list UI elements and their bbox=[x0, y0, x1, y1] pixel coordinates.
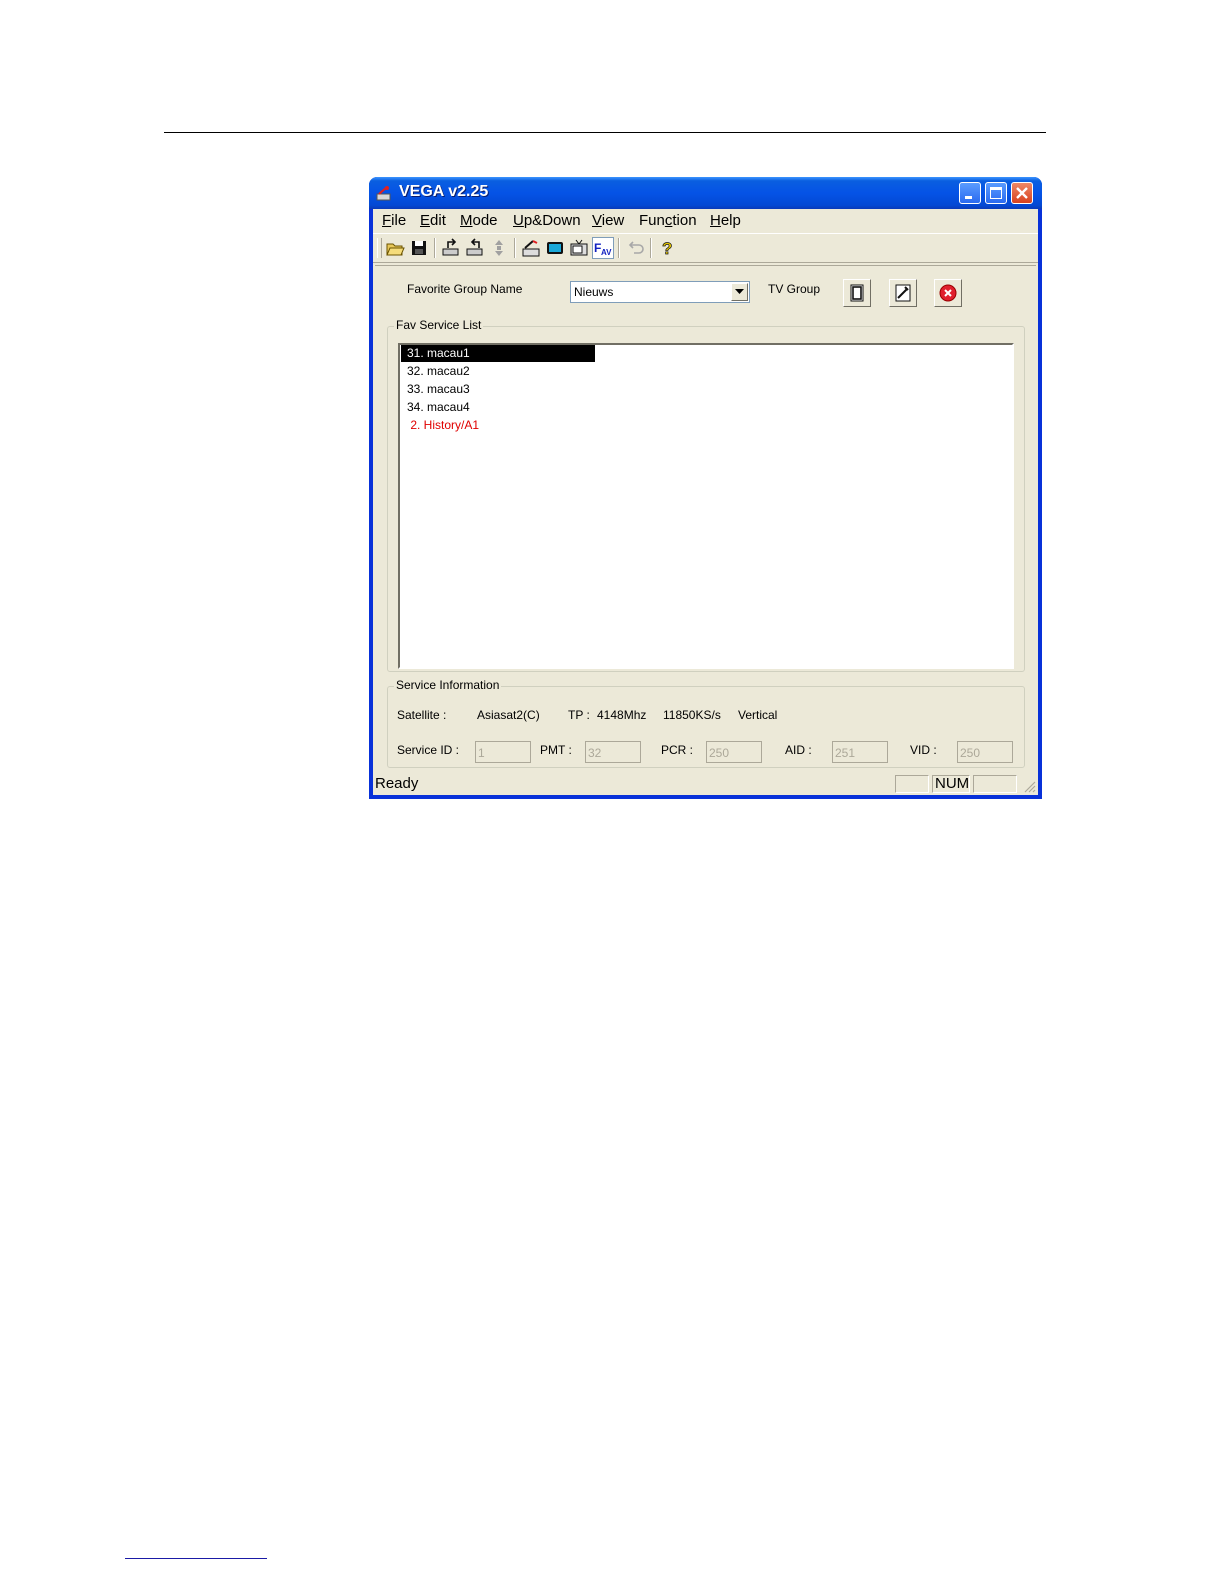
rename-group-icon bbox=[895, 284, 911, 302]
fav-button[interactable]: F AV bbox=[592, 237, 614, 259]
pmt-label: PMT : bbox=[540, 743, 572, 757]
menu-help[interactable]: Help bbox=[710, 212, 741, 229]
delete-group-button[interactable] bbox=[934, 279, 962, 307]
updown-button[interactable] bbox=[488, 237, 510, 259]
undo-button[interactable] bbox=[624, 237, 646, 259]
menu-mode[interactable]: Mode bbox=[460, 212, 498, 229]
close-button[interactable] bbox=[1011, 182, 1033, 204]
upload-icon bbox=[442, 238, 459, 256]
pcr-label: PCR : bbox=[661, 743, 694, 757]
service-info-title: Service Information bbox=[394, 678, 502, 692]
menu-edit[interactable]: Edit bbox=[420, 212, 446, 229]
tv-set-button[interactable] bbox=[568, 237, 590, 259]
menu-view[interactable]: View bbox=[592, 212, 624, 229]
fav-icon: F AV bbox=[594, 241, 612, 257]
vid-field: 250 bbox=[957, 741, 1013, 763]
status-bar: Ready NUM bbox=[373, 772, 1038, 795]
page-header-rule bbox=[164, 132, 1046, 133]
tp-label: TP : bbox=[568, 708, 590, 722]
fav-service-list-title: Fav Service List bbox=[394, 318, 484, 332]
status-pane-caps bbox=[895, 775, 929, 793]
status-text: Ready bbox=[375, 775, 419, 792]
polarization: Vertical bbox=[738, 708, 778, 722]
save-button[interactable] bbox=[408, 237, 430, 259]
fav-service-list[interactable]: 31. macau1 32. macau2 33. macau3 34. mac… bbox=[398, 343, 1014, 669]
close-icon bbox=[1016, 187, 1028, 199]
minimize-button[interactable] bbox=[959, 182, 981, 204]
fav-dialog-area: Favorite Group Name Nieuws TV Group Fav … bbox=[375, 265, 1036, 772]
menu-bar: File Edit Mode Up&Down View Function Hel… bbox=[373, 209, 1038, 233]
favorite-group-value: Nieuws bbox=[574, 285, 614, 299]
download-icon bbox=[466, 238, 483, 256]
undo-disabled-icon bbox=[628, 241, 644, 254]
chevron-down-icon bbox=[735, 289, 744, 294]
toolbar-separator bbox=[618, 238, 620, 258]
tv-screen-button[interactable] bbox=[544, 237, 566, 259]
minimize-icon bbox=[965, 196, 972, 199]
resize-grip-icon[interactable] bbox=[1024, 781, 1036, 793]
pmt-field: 32 bbox=[585, 741, 641, 763]
list-item[interactable]: 33. macau3 bbox=[401, 381, 470, 398]
window-title: VEGA v2.25 bbox=[399, 183, 489, 200]
favorite-group-select[interactable]: Nieuws bbox=[570, 281, 750, 303]
menu-file[interactable]: File bbox=[382, 212, 406, 229]
toolbar: F AV ? bbox=[373, 233, 1038, 263]
service-info-groupbox: Service Information Satellite : Asiasat2… bbox=[387, 678, 1025, 768]
status-pane-scroll bbox=[973, 775, 1017, 793]
open-folder-icon bbox=[386, 243, 405, 256]
vega-window: VEGA v2.25 File Edit Mode Up&Down View F… bbox=[369, 177, 1042, 799]
app-icon bbox=[376, 186, 391, 201]
dropdown-arrow-button[interactable] bbox=[731, 283, 748, 301]
fav-service-groupbox: Fav Service List 31. macau1 32. macau2 3… bbox=[387, 318, 1025, 672]
toolbar-grip[interactable] bbox=[377, 238, 382, 258]
arrows-disabled-icon bbox=[495, 240, 503, 256]
tv-group-label: TV Group bbox=[768, 282, 821, 296]
favorite-group-label: Favorite Group Name bbox=[407, 282, 523, 296]
window-client: File Edit Mode Up&Down View Function Hel… bbox=[373, 209, 1038, 795]
pcr-field: 250 bbox=[706, 741, 762, 763]
vid-label: VID : bbox=[910, 743, 937, 757]
status-pane-num: NUM bbox=[932, 775, 970, 793]
tv-screen-icon bbox=[547, 242, 563, 254]
tv-set-icon bbox=[570, 239, 588, 256]
service-id-label: Service ID : bbox=[397, 743, 460, 757]
maximize-button[interactable] bbox=[985, 182, 1007, 204]
symbol-rate: 11850KS/s bbox=[663, 708, 721, 722]
maximize-icon bbox=[990, 187, 1002, 199]
footer-rule bbox=[125, 1558, 267, 1559]
svg-text:?: ? bbox=[662, 239, 672, 258]
delete-group-icon bbox=[939, 284, 957, 302]
new-group-icon bbox=[850, 284, 864, 302]
open-button[interactable] bbox=[384, 237, 406, 259]
title-bar[interactable]: VEGA v2.25 bbox=[369, 177, 1042, 209]
satellite-edit-icon bbox=[522, 240, 540, 257]
toolbar-separator bbox=[514, 238, 516, 258]
list-item[interactable]: 32. macau2 bbox=[401, 363, 470, 380]
save-disk-icon bbox=[412, 241, 426, 255]
satellite-label: Satellite : bbox=[397, 708, 447, 722]
menu-updown[interactable]: Up&Down bbox=[513, 212, 581, 229]
list-item[interactable]: 34. macau4 bbox=[401, 399, 470, 416]
download-button[interactable] bbox=[464, 237, 486, 259]
new-group-button[interactable] bbox=[843, 279, 871, 307]
menu-function[interactable]: Function bbox=[639, 212, 697, 229]
svg-text:AV: AV bbox=[601, 248, 612, 257]
list-item[interactable]: 31. macau1 bbox=[401, 345, 595, 362]
toolbar-separator bbox=[434, 238, 436, 258]
help-icon: ? bbox=[662, 239, 673, 259]
satellite-edit-button[interactable] bbox=[520, 237, 542, 259]
help-button[interactable]: ? bbox=[656, 237, 678, 259]
aid-field: 251 bbox=[832, 741, 888, 763]
satellite-value: Asiasat2(C) bbox=[477, 708, 540, 722]
tp-frequency: 4148Mhz bbox=[597, 708, 647, 722]
toolbar-separator bbox=[650, 238, 652, 258]
service-id-field: 1 bbox=[475, 741, 531, 763]
rename-group-button[interactable] bbox=[889, 279, 917, 307]
aid-label: AID : bbox=[785, 743, 812, 757]
upload-button[interactable] bbox=[440, 237, 462, 259]
list-item[interactable]: 2. History/A1 bbox=[401, 417, 479, 434]
